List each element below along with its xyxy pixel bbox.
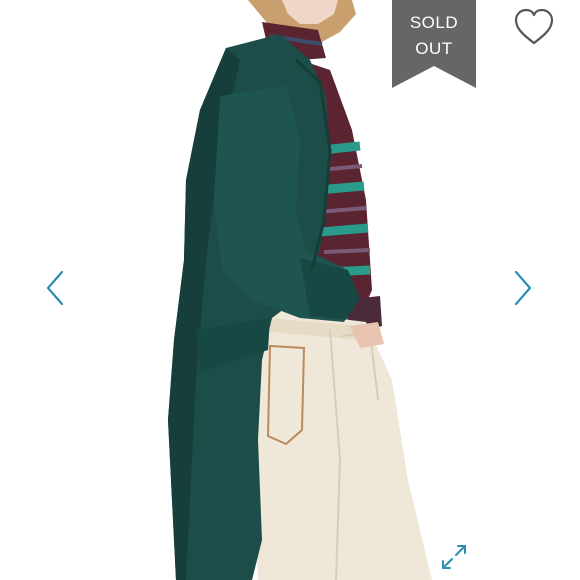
chevron-right-icon <box>514 270 532 306</box>
fullscreen-button[interactable] <box>440 543 468 571</box>
product-image-viewer: SOLD OUT <box>0 0 580 580</box>
product-photo <box>0 0 580 580</box>
chevron-left-icon <box>46 270 64 306</box>
sold-out-label: SOLD OUT <box>392 10 476 62</box>
like-button[interactable] <box>512 8 556 46</box>
previous-image-button[interactable] <box>42 268 66 308</box>
sold-out-banner: SOLD OUT <box>392 0 476 88</box>
heart-icon <box>514 8 554 45</box>
sold-out-line-1: SOLD <box>409 13 459 32</box>
sold-out-line-2: OUT <box>415 39 453 58</box>
next-image-button[interactable] <box>512 268 536 308</box>
expand-icon <box>442 545 466 569</box>
